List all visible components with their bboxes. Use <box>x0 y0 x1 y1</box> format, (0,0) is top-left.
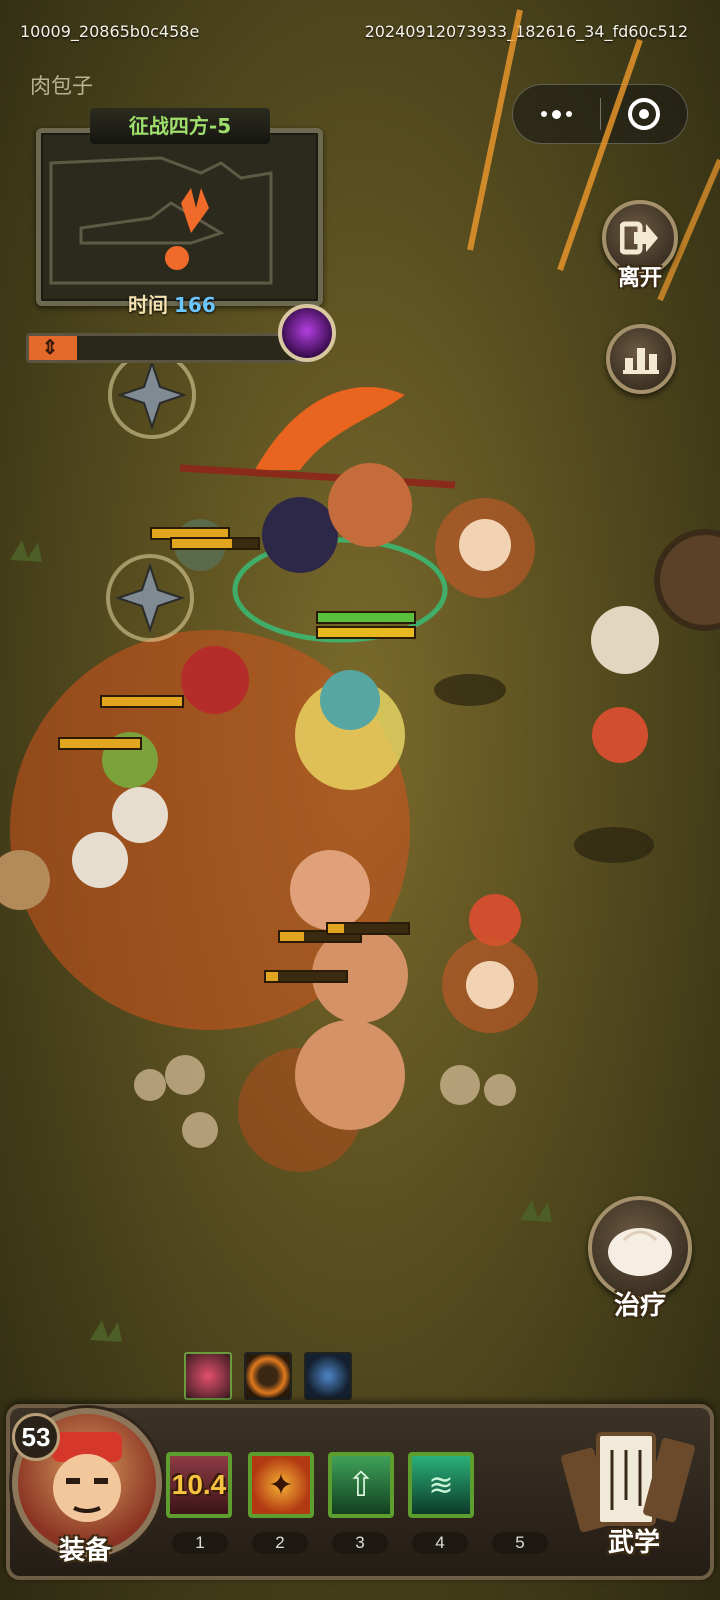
leave-label: 离开 <box>617 266 662 291</box>
skill-slot-1[interactable]: 10.4 <box>166 1452 232 1518</box>
shuriken-icon <box>108 351 196 439</box>
boss-portrait-icon <box>278 304 336 362</box>
hero-energy-bar <box>316 626 416 639</box>
skill-slot-3[interactable]: ⇧ <box>328 1452 394 1518</box>
equip-label[interactable]: 装备 <box>40 1530 130 1567</box>
stage-progress-bar <box>26 333 314 363</box>
red-spikes-buff-icon <box>184 1352 232 1400</box>
hero-level-badge: 53 <box>12 1413 60 1461</box>
steamed-bun-icon <box>608 1228 672 1276</box>
skill-slot-number: 4 <box>412 1532 468 1554</box>
minimap-terrain <box>49 156 273 285</box>
skill-slot-2[interactable]: ✦ <box>248 1452 314 1518</box>
timer-label: 时间 <box>128 293 168 317</box>
flame-warrior-skill-icon: ✦ <box>268 1468 294 1502</box>
stage-title: 征战四方-5 <box>90 108 270 144</box>
fire-ring-buff-icon <box>244 1352 292 1400</box>
hero-health-bar <box>316 611 416 624</box>
skill-slot-number: 2 <box>252 1532 308 1554</box>
enemy-marker-icon <box>181 188 209 233</box>
blue-potion-buff-icon <box>304 1352 352 1400</box>
bar-chart-icon <box>623 348 659 374</box>
heal-label: 治疗 <box>613 1291 666 1321</box>
skill-slot-number: 1 <box>172 1532 228 1554</box>
heal-arrow-skill-icon: ⇧ <box>346 1466 376 1504</box>
minimap[interactable] <box>36 128 323 306</box>
jade-claw-skill-icon: ≋ <box>428 1468 454 1502</box>
enemy-health-bar <box>326 922 410 935</box>
stats-button[interactable] <box>606 324 676 394</box>
enemy-health-bar <box>100 695 184 708</box>
skill-cooldown-text: 10.4 <box>171 1469 227 1500</box>
skill-slot-number: 3 <box>332 1532 388 1554</box>
expand-arrows-icon[interactable]: ⇕ <box>36 336 64 360</box>
skill-slot-4[interactable]: ≋ <box>408 1452 474 1518</box>
enemy-marker-icon <box>165 246 189 270</box>
shuriken-icon <box>106 554 194 642</box>
timer-value: 166 <box>174 293 216 317</box>
martial-arts-label: 武学 <box>607 1528 660 1558</box>
exit-door-icon <box>620 221 658 255</box>
enemy-health-bar <box>58 737 142 750</box>
enemy-health-bar <box>170 537 260 550</box>
skill-slot-number: 5 <box>492 1532 548 1554</box>
enemy-health-bar <box>264 970 348 983</box>
battle-timer: 时间 166 <box>128 289 216 318</box>
